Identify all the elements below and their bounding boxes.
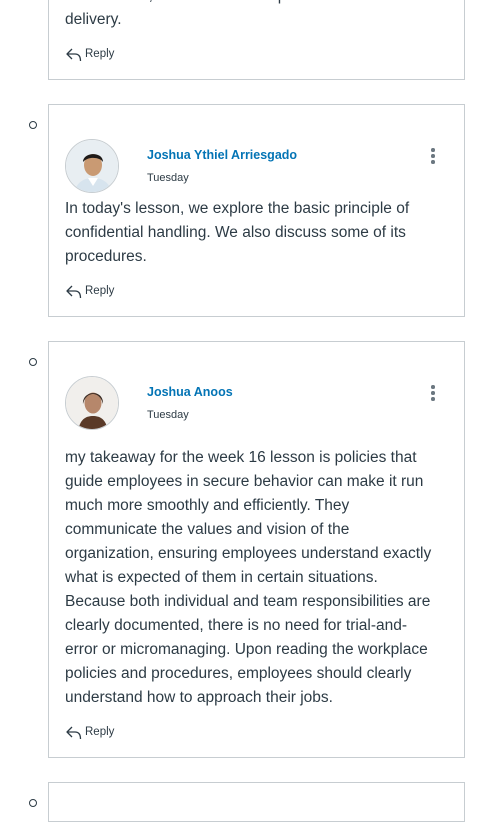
entry-body-text: my takeaway for the week 16 lesson is po…: [65, 449, 432, 706]
reply-arrow-icon: [66, 726, 82, 740]
reply-button[interactable]: Reply: [65, 723, 114, 741]
post-date: Tuesday: [147, 172, 189, 184]
reply-button[interactable]: Reply: [65, 282, 114, 300]
discussion-entry: for business, like email for companies a…: [48, 0, 465, 80]
entry-body-text: for business, like email for companies a…: [65, 0, 435, 28]
thread-bullet-icon: [29, 799, 37, 807]
discussion-entry: [48, 782, 465, 822]
reply-arrow-icon: [66, 48, 82, 62]
thread-bullet-icon: [29, 121, 37, 129]
thread-bullet-icon: [29, 358, 37, 366]
avatar-photo: [66, 140, 118, 192]
post-date: Tuesday: [147, 409, 189, 421]
kebab-menu-icon: [431, 385, 435, 389]
discussion-entry: Joshua Anoos Tuesday my takeaway for the…: [48, 341, 465, 758]
author-name-link[interactable]: Joshua Anoos: [147, 385, 233, 399]
more-options-button[interactable]: [429, 385, 437, 403]
discussion-entry: Joshua Ythiel Arriesgado Tuesday In toda…: [48, 104, 465, 317]
author-name-link[interactable]: Joshua Ythiel Arriesgado: [147, 148, 297, 162]
reply-arrow-icon: [66, 285, 82, 299]
more-options-button[interactable]: [429, 148, 437, 166]
avatar[interactable]: [65, 376, 119, 430]
reply-label: Reply: [85, 48, 115, 60]
avatar[interactable]: [65, 139, 119, 193]
avatar-photo: [66, 377, 118, 429]
reply-label: Reply: [85, 285, 115, 297]
reply-button[interactable]: Reply: [65, 45, 114, 63]
entry-body-text: In today's lesson, we explore the basic …: [65, 200, 410, 265]
reply-label: Reply: [85, 726, 115, 738]
kebab-menu-icon: [431, 148, 435, 152]
